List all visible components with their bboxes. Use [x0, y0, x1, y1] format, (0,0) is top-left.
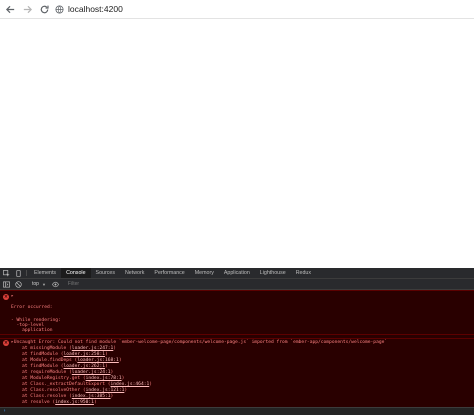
back-button[interactable] [3, 2, 17, 16]
show-sidebar-button[interactable] [0, 281, 12, 288]
stack-frame: at ModuleRegistry.get (index.js:78:1) [22, 376, 124, 381]
tab-sources[interactable]: Sources [91, 268, 120, 278]
inspect-element-button[interactable] [0, 268, 12, 278]
source-link[interactable]: loader.js:24:1 [72, 370, 111, 375]
context-value: top [32, 281, 39, 287]
stack-frame-function: at Module.findDeps ( [22, 358, 78, 363]
stack-frame: at resolve (index.js:950:1) [22, 400, 97, 405]
source-link[interactable]: index.js:950:1 [55, 400, 94, 405]
console-toolbar: top ▼ [0, 279, 474, 290]
stack-frame-suffix: ) [105, 364, 108, 369]
source-link[interactable]: index.js:121:1 [86, 388, 125, 393]
stack-frame-suffix: ) [105, 352, 108, 357]
stack-frame: at Class._extractDefaultExport (index.js… [22, 382, 152, 387]
stack-frame-function: at Class.resolve ( [22, 394, 72, 399]
stack-frame-suffix: ) [118, 358, 122, 363]
arrow-left-icon [5, 5, 14, 13]
source-link[interactable]: loader.js:247:1 [72, 346, 114, 351]
stack-frame-suffix: ) [93, 400, 97, 405]
reload-button[interactable] [37, 2, 51, 16]
console-error-message[interactable]: × ▸ Error occurred: - While rendering: -… [0, 290, 474, 335]
tab-lighthouse[interactable]: Lighthouse [255, 268, 291, 278]
source-link[interactable]: loader.js:262:1 [64, 364, 106, 369]
stack-frame: at Class.resolveOther (index.js:121:1) [22, 388, 127, 393]
stack-frame-suffix: ) [110, 370, 114, 375]
stack-frame-function: at Class.resolveOther ( [22, 388, 86, 393]
prompt-chevron-icon: › [3, 408, 7, 414]
devtools-tab-bar: Elements Console Sources Network Perform… [0, 268, 474, 279]
tab-network[interactable]: Network [120, 268, 149, 278]
console-prompt[interactable]: › [0, 407, 474, 415]
tab-application[interactable]: Application [219, 268, 255, 278]
expand-toggle[interactable]: ▸ [11, 294, 14, 299]
error-line: Error occurred: [11, 305, 53, 310]
source-link[interactable]: index.js:385:1 [72, 394, 111, 399]
stack-frame-suffix: ) [121, 376, 125, 381]
console-filter-input[interactable] [67, 281, 188, 287]
browser-toolbar: localhost:4200 [0, 0, 474, 19]
address-bar[interactable]: localhost:4200 [55, 2, 123, 16]
tab-elements[interactable]: Elements [29, 268, 61, 278]
stack-frame-function: at requireModule ( [22, 370, 72, 375]
url-text[interactable]: localhost:4200 [68, 4, 123, 14]
clear-console-button[interactable] [12, 280, 24, 288]
stack-frame: at requireModule (loader.js:24:1) [22, 370, 113, 375]
error-icon: × [3, 294, 9, 300]
tab-divider [26, 270, 27, 276]
stack-frame: at findModule (loader.js:258:1) [22, 352, 108, 357]
stack-frame: at missingModule (loader.js:247:1) [22, 346, 116, 351]
stack-frame: at Class.resolve (index.js:385:1) [22, 394, 113, 399]
reload-icon [40, 5, 49, 13]
stack-frame-function: at findModule ( [22, 352, 64, 357]
site-info-icon[interactable] [55, 4, 64, 14]
page-viewport [0, 19, 474, 268]
stack-frame-function: at findModule ( [22, 364, 64, 369]
stack-frame: at findModule (loader.js:262:1) [22, 364, 108, 369]
source-link[interactable]: loader.js:258:1 [64, 352, 106, 357]
stack-frame-suffix: ) [113, 346, 117, 351]
source-link[interactable]: loader.js:168:1 [77, 358, 119, 363]
tab-memory[interactable]: Memory [190, 268, 219, 278]
error-header[interactable]: ▸Uncaught Error: Could not find module `… [11, 340, 387, 345]
arrow-right-icon [23, 5, 32, 13]
error-icon: × [3, 340, 9, 346]
source-link[interactable]: index.js:464:1 [111, 382, 150, 387]
stack-frame-suffix: ) [124, 388, 128, 393]
stack-frame-function: at ModuleRegistry.get ( [22, 376, 86, 381]
stack-frame: at Module.findDeps (loader.js:168:1) [22, 358, 122, 363]
error-line: application [11, 328, 53, 333]
stack-frame-function: at Class._extractDefaultExport ( [22, 382, 111, 387]
console-error-message[interactable]: × ▸Uncaught Error: Could not find module… [0, 338, 474, 408]
stack-frame-suffix: ) [110, 394, 114, 399]
context-selector[interactable]: top ▼ [32, 281, 46, 287]
tab-performance[interactable]: Performance [149, 268, 189, 278]
forward-button[interactable] [20, 2, 34, 16]
clear-icon [14, 280, 22, 288]
sidebar-icon [2, 281, 10, 287]
chevron-down-icon: ▼ [41, 281, 46, 287]
tab-console[interactable]: Console [61, 268, 91, 278]
console-output: × ▸ Error occurred: - While rendering: -… [0, 290, 474, 415]
tab-redux[interactable]: Redux [291, 268, 316, 278]
devtools-panel: Elements Console Sources Network Perform… [0, 268, 474, 415]
eye-icon [52, 281, 60, 287]
stack-frame-suffix: ) [149, 382, 153, 387]
inspect-cursor-icon [2, 269, 10, 277]
device-toolbar-button[interactable] [12, 268, 24, 278]
stack-frame-function: at resolve ( [22, 400, 56, 405]
device-icon [15, 269, 21, 277]
source-link[interactable]: index.js:78:1 [86, 376, 122, 381]
live-expression-button[interactable] [50, 281, 62, 288]
stack-frame-function: at missingModule ( [22, 346, 72, 351]
